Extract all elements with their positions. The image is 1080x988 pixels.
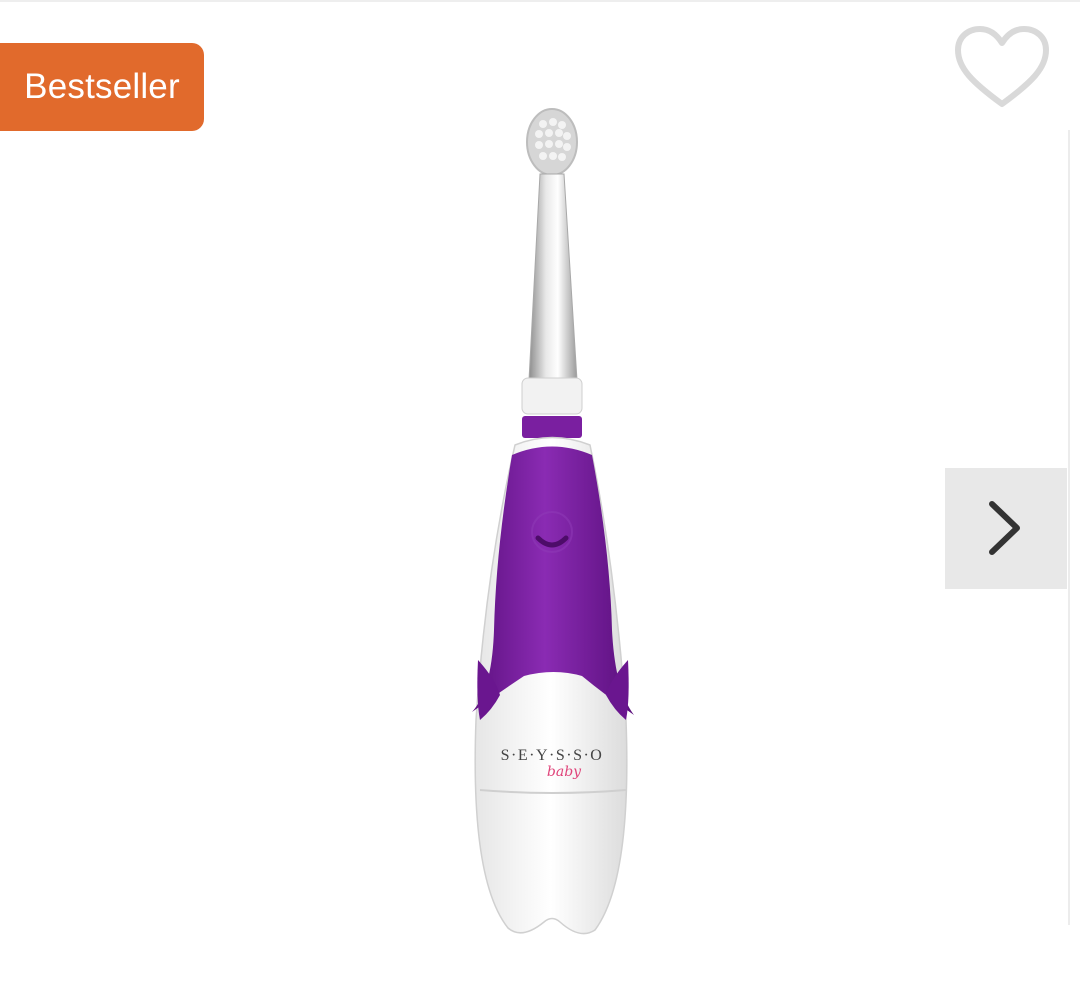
product-gallery: Bestseller S·E·Y·S·S·O baby bbox=[0, 0, 1080, 988]
product-brand-text: S·E·Y·S·S·O bbox=[501, 747, 604, 764]
chevron-right-icon bbox=[989, 501, 1020, 555]
product-subbrand-text: baby bbox=[547, 764, 582, 780]
next-image-button[interactable] bbox=[945, 468, 1067, 589]
wishlist-button[interactable] bbox=[950, 22, 1054, 114]
heart-outline-icon bbox=[955, 26, 1049, 107]
top-divider bbox=[0, 0, 1080, 2]
next-image-peek-edge bbox=[1068, 130, 1070, 925]
product-image[interactable]: S·E·Y·S·S·O baby bbox=[440, 100, 670, 945]
bestseller-badge: Bestseller bbox=[0, 43, 204, 131]
electric-toothbrush-image: S·E·Y·S·S·O baby bbox=[472, 108, 634, 935]
